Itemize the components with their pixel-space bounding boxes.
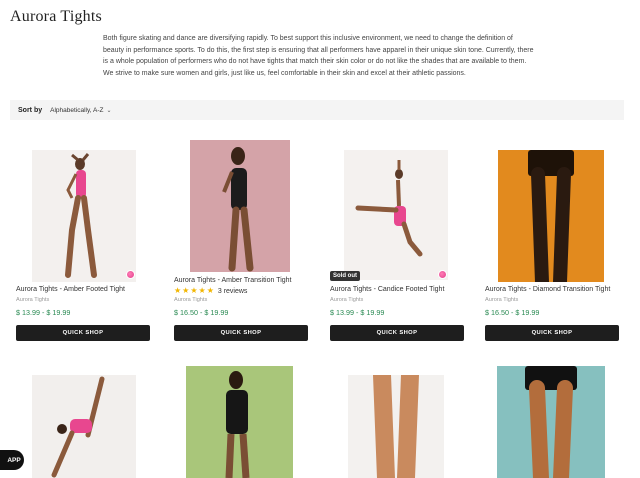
product-price: $ 13.99 - $ 19.99 bbox=[16, 308, 71, 317]
dancer-figure bbox=[355, 160, 423, 257]
star-icon: ★ bbox=[182, 286, 190, 295]
review-count[interactable]: 3 reviews bbox=[218, 288, 248, 295]
product-title[interactable]: Aurora Tights - Candice Footed Tight bbox=[330, 286, 444, 293]
color-swatch[interactable] bbox=[126, 270, 135, 279]
quick-shop-button[interactable]: QUICK SHOP bbox=[330, 325, 464, 341]
star-icon: ★ bbox=[206, 286, 214, 295]
sort-bar: Sort by Alphabetically, A-Z ⌄ bbox=[10, 100, 624, 120]
sort-dropdown[interactable]: Alphabetically, A-Z ⌄ bbox=[50, 107, 111, 114]
app-button[interactable]: APP bbox=[0, 450, 24, 470]
legs-figure bbox=[373, 375, 419, 478]
dancer-figure bbox=[51, 376, 105, 478]
quick-shop-button[interactable]: QUICK SHOP bbox=[485, 325, 619, 341]
product-image[interactable] bbox=[498, 150, 604, 282]
dancer-figure bbox=[222, 147, 254, 272]
product-title[interactable]: Aurora Tights - Amber Transition Tight bbox=[174, 277, 292, 284]
product-brand: Aurora Tights bbox=[16, 297, 50, 303]
quick-shop-button[interactable]: QUICK SHOP bbox=[16, 325, 150, 341]
quick-shop-button[interactable]: QUICK SHOP bbox=[174, 325, 308, 341]
color-swatch[interactable] bbox=[438, 270, 447, 279]
product-title[interactable]: Aurora Tights - Amber Footed Tight bbox=[16, 286, 125, 293]
product-image[interactable] bbox=[32, 150, 136, 282]
app-button-label: APP bbox=[7, 456, 21, 464]
product-price: $ 13.99 - $ 19.99 bbox=[330, 308, 385, 317]
star-icon: ★ bbox=[174, 286, 182, 295]
legs-figure bbox=[525, 366, 577, 478]
product-image[interactable] bbox=[186, 366, 293, 478]
product-image[interactable] bbox=[497, 366, 605, 478]
legs-figure bbox=[528, 150, 574, 282]
product-brand: Aurora Tights bbox=[485, 297, 519, 303]
product-image[interactable] bbox=[344, 150, 448, 280]
sold-out-badge: Sold out bbox=[330, 271, 360, 281]
product-image[interactable] bbox=[348, 375, 444, 478]
star-icon: ★ bbox=[190, 286, 198, 295]
page-title: Aurora Tights bbox=[10, 8, 102, 25]
product-title[interactable]: Aurora Tights - Diamond Transition Tight bbox=[485, 286, 610, 293]
sort-label: Sort by bbox=[18, 106, 43, 114]
product-brand: Aurora Tights bbox=[330, 297, 364, 303]
dancer-figure bbox=[225, 371, 250, 478]
dancer-figure bbox=[65, 153, 97, 278]
star-icon: ★ bbox=[198, 286, 206, 295]
product-price: $ 16.50 - $ 19.99 bbox=[485, 308, 540, 317]
rating-stars: ★ ★ ★ ★ ★ 3 reviews bbox=[174, 287, 247, 295]
product-image[interactable] bbox=[32, 375, 136, 478]
product-brand: Aurora Tights bbox=[174, 297, 208, 303]
product-image[interactable] bbox=[190, 140, 290, 272]
sort-selected-value: Alphabetically, A-Z bbox=[50, 106, 104, 114]
product-price: $ 16.50 - $ 19.99 bbox=[174, 308, 229, 317]
chevron-down-icon: ⌄ bbox=[106, 107, 112, 114]
collection-description: Both figure skating and dance are divers… bbox=[103, 35, 534, 77]
